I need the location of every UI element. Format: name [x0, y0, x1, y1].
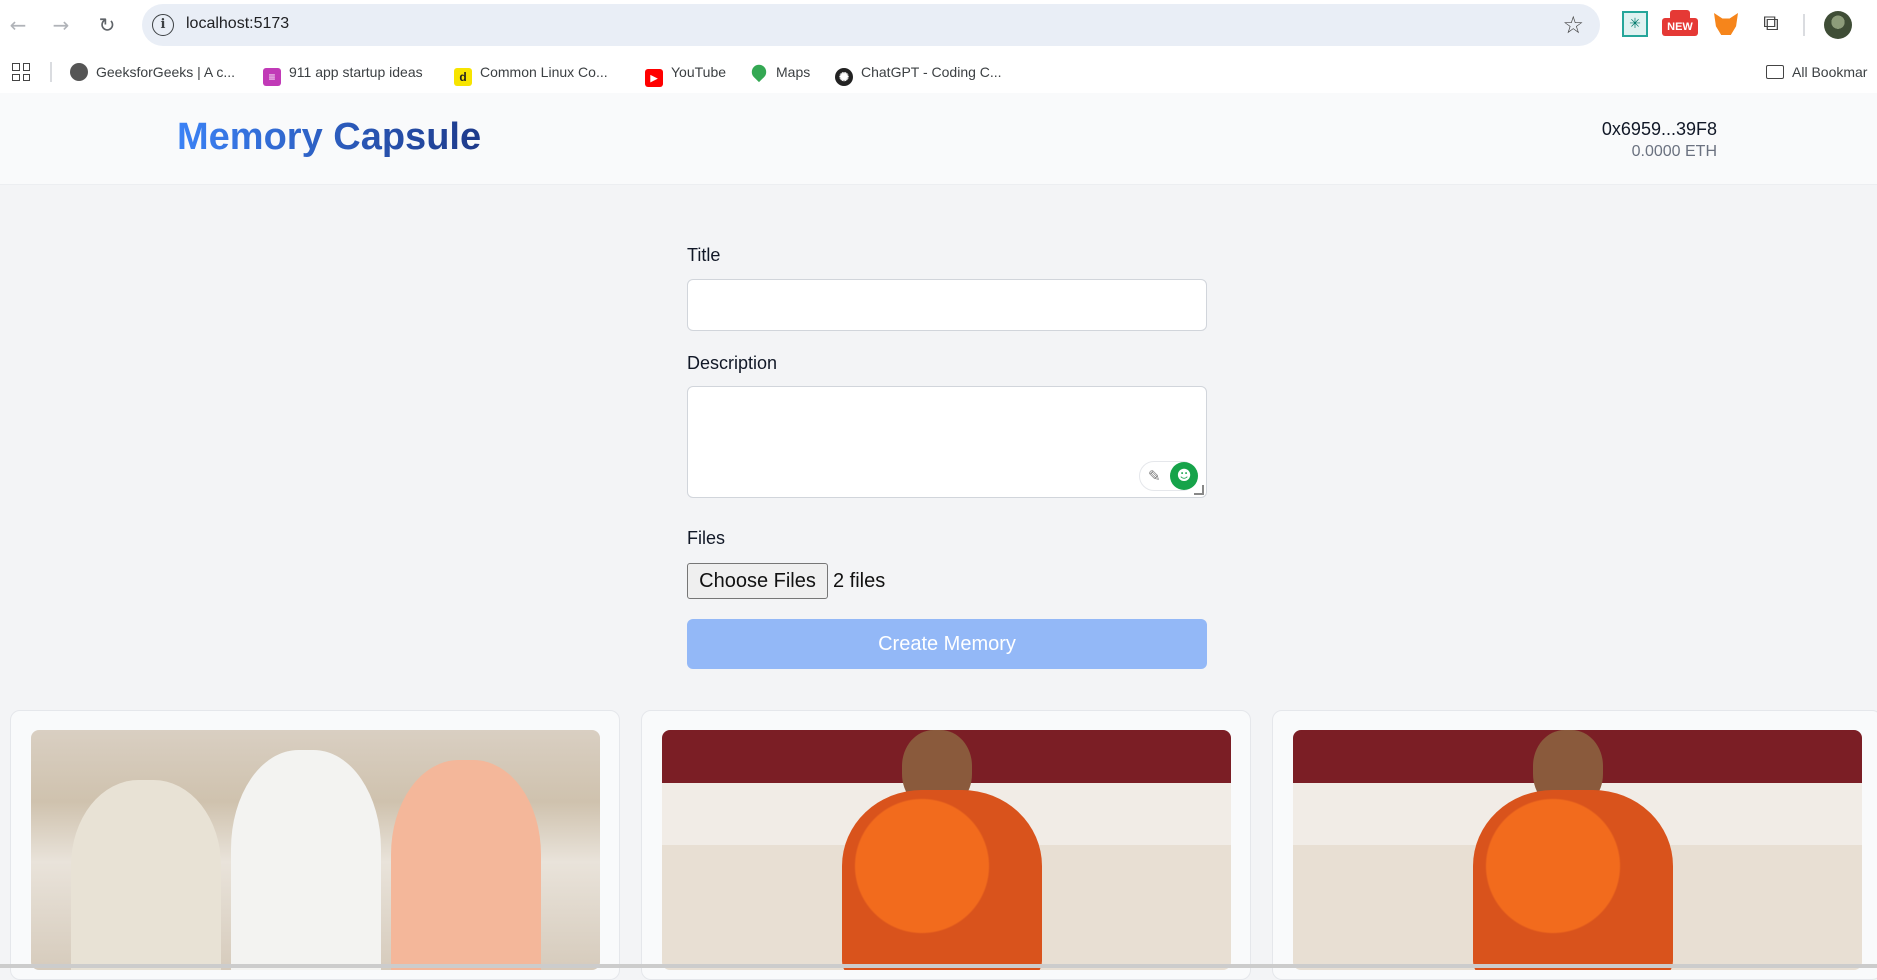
- memory-card[interactable]: [641, 710, 1251, 980]
- wallet-balance: 0.0000 ETH: [1631, 143, 1717, 160]
- bookmark-star-icon[interactable]: ☆: [1562, 11, 1584, 39]
- url-text[interactable]: localhost:5173: [186, 15, 289, 33]
- bookmark-911-app-ideas[interactable]: ≡ 911 app startup ideas: [263, 62, 423, 86]
- app-header: Memory Capsule 0x6959...39F8 0.0000 ETH: [0, 93, 1877, 185]
- memory-card[interactable]: [10, 710, 620, 980]
- description-textarea[interactable]: [687, 386, 1207, 498]
- description-label: Description: [687, 353, 778, 373]
- brand-title: Memory Capsule: [177, 116, 482, 158]
- memory-photo[interactable]: [31, 730, 600, 970]
- title-label: Title: [687, 245, 721, 265]
- memory-photo[interactable]: [662, 730, 1231, 970]
- d-logo-icon: d: [454, 68, 472, 86]
- bookmark-label: YouTube: [671, 64, 727, 80]
- files-selected-text: 2 files: [833, 570, 886, 592]
- bookmark-common-linux[interactable]: d Common Linux Co...: [454, 62, 608, 86]
- chatgpt-icon: ✺: [835, 68, 853, 86]
- extension-new-icon-top: [1670, 10, 1690, 18]
- bookmark-label: Common Linux Co...: [480, 64, 608, 80]
- extension-new-badge[interactable]: NEW: [1662, 18, 1698, 36]
- metamask-fox-icon[interactable]: [1714, 13, 1738, 35]
- all-bookmarks-label: All Bookmar: [1792, 64, 1868, 80]
- app-ideas-icon: ≡: [263, 68, 281, 86]
- bookmark-geeksforgeeks[interactable]: GeeksforGeeks | A c...: [70, 62, 235, 82]
- browser-toolbar: ← → ↻ i localhost:5173 ☆ ✳ NEW ⧉: [0, 0, 1877, 50]
- bookmark-youtube[interactable]: ▶ YouTube: [645, 62, 727, 87]
- extension-snowflake-icon[interactable]: ✳: [1622, 11, 1648, 37]
- folder-icon: [1766, 65, 1784, 79]
- files-label: Files: [687, 528, 726, 548]
- choose-files-button[interactable]: Choose Files: [687, 563, 828, 599]
- page-bottom-edge: [0, 964, 1877, 968]
- memory-grid: [10, 710, 1877, 980]
- back-arrow-icon[interactable]: ←: [5, 12, 31, 38]
- wallet-address: 0x6959...39F8: [1601, 119, 1717, 139]
- profile-avatar[interactable]: [1824, 11, 1852, 39]
- bookmark-chatgpt[interactable]: ✺ ChatGPT - Coding C...: [835, 62, 1002, 86]
- resize-handle-icon[interactable]: [1194, 485, 1204, 495]
- site-info-icon[interactable]: i: [152, 14, 174, 36]
- bookmark-label: ChatGPT - Coding C...: [861, 64, 1002, 80]
- bookmark-label: GeeksforGeeks | A c...: [96, 64, 236, 80]
- bookmarks-bar: GeeksforGeeks | A c... ≡ 911 app startup …: [0, 50, 1877, 93]
- youtube-icon: ▶: [645, 69, 663, 87]
- create-memory-button[interactable]: Create Memory: [687, 619, 1207, 669]
- extensions-puzzle-icon[interactable]: ⧉: [1758, 11, 1784, 37]
- title-input[interactable]: [687, 279, 1207, 331]
- wallet-info: 0x6959...39F8 0.0000 ETH: [1602, 119, 1717, 161]
- reload-icon[interactable]: ↻: [94, 12, 120, 38]
- globe-icon: [70, 63, 88, 81]
- bookmark-label: Maps: [776, 64, 811, 80]
- feather-icon[interactable]: ✎: [1148, 467, 1161, 485]
- memory-card[interactable]: [1272, 710, 1877, 980]
- memory-photo[interactable]: [1293, 730, 1862, 970]
- forward-arrow-icon[interactable]: →: [48, 12, 74, 38]
- maps-pin-icon: [748, 61, 770, 83]
- apps-grid-icon[interactable]: [12, 63, 30, 81]
- bookmark-label: 911 app startup ideas: [289, 64, 423, 80]
- bookmark-maps[interactable]: Maps: [748, 61, 811, 83]
- bookmarks-divider: [50, 62, 52, 82]
- toolbar-divider: [1803, 14, 1805, 36]
- writing-assistant-widget[interactable]: ✎ ☻: [1139, 461, 1198, 491]
- address-bar[interactable]: i localhost:5173 ☆: [142, 4, 1600, 46]
- all-bookmarks[interactable]: All Bookmar: [1766, 62, 1867, 82]
